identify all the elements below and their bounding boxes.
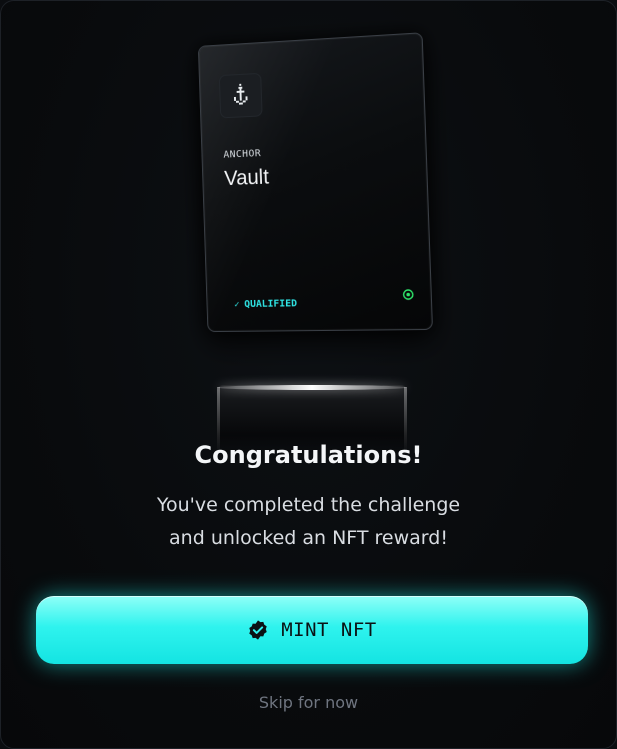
status-label: QUALIFIED xyxy=(244,298,298,311)
mint-nft-button[interactable]: MINT NFT xyxy=(36,596,588,664)
card-subtitle: ANCHOR xyxy=(223,148,262,161)
card-title: Vault xyxy=(223,165,270,191)
check-icon: ✓ xyxy=(234,299,240,310)
qualified-status: ✓ QUALIFIED xyxy=(234,298,297,310)
reward-dialog: ANCHOR Vault ✓ QUALIFIED Congratulations… xyxy=(0,0,617,749)
verified-badge-icon xyxy=(249,620,267,640)
nft-card: ANCHOR Vault ✓ QUALIFIED xyxy=(197,32,434,333)
skip-for-now-link[interactable]: Skip for now xyxy=(1,693,616,712)
reward-message-line-2: and unlocked an NFT reward! xyxy=(169,527,448,549)
reward-message-line-1: You've completed the challenge xyxy=(156,494,461,516)
mint-nft-label: MINT NFT xyxy=(281,619,377,641)
anchor-icon xyxy=(233,83,248,105)
congratulations-heading: Congratulations! xyxy=(194,441,423,469)
status-dot-icon xyxy=(402,288,415,300)
card-icon-box xyxy=(218,72,263,119)
reward-message: You've completed the challenge and unloc… xyxy=(1,489,616,555)
